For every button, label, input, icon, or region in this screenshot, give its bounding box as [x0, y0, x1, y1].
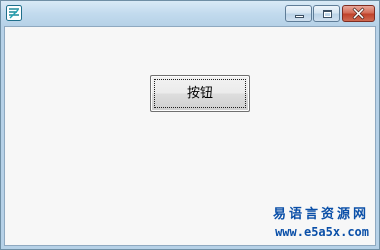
- watermark-url: www.e5a5x.com: [275, 225, 369, 239]
- maximize-icon: [323, 10, 332, 18]
- main-button-label: 按钮: [186, 86, 213, 101]
- watermark: 易语言资源网 www.e5a5x.com: [273, 206, 369, 240]
- minimize-icon: [295, 15, 304, 18]
- close-button[interactable]: [342, 5, 375, 22]
- caption-buttons: [285, 5, 375, 22]
- main-button[interactable]: 按钮: [150, 75, 250, 112]
- maximize-button[interactable]: [313, 5, 340, 22]
- watermark-title: 易语言资源网: [272, 207, 369, 222]
- client-area: 按钮 易语言资源网 www.e5a5x.com: [4, 26, 376, 246]
- close-icon: [352, 7, 365, 20]
- app-window: 按钮 易语言资源网 www.e5a5x.com: [0, 0, 380, 250]
- app-icon[interactable]: [6, 5, 22, 21]
- title-bar[interactable]: [1, 1, 379, 26]
- minimize-button[interactable]: [285, 5, 312, 22]
